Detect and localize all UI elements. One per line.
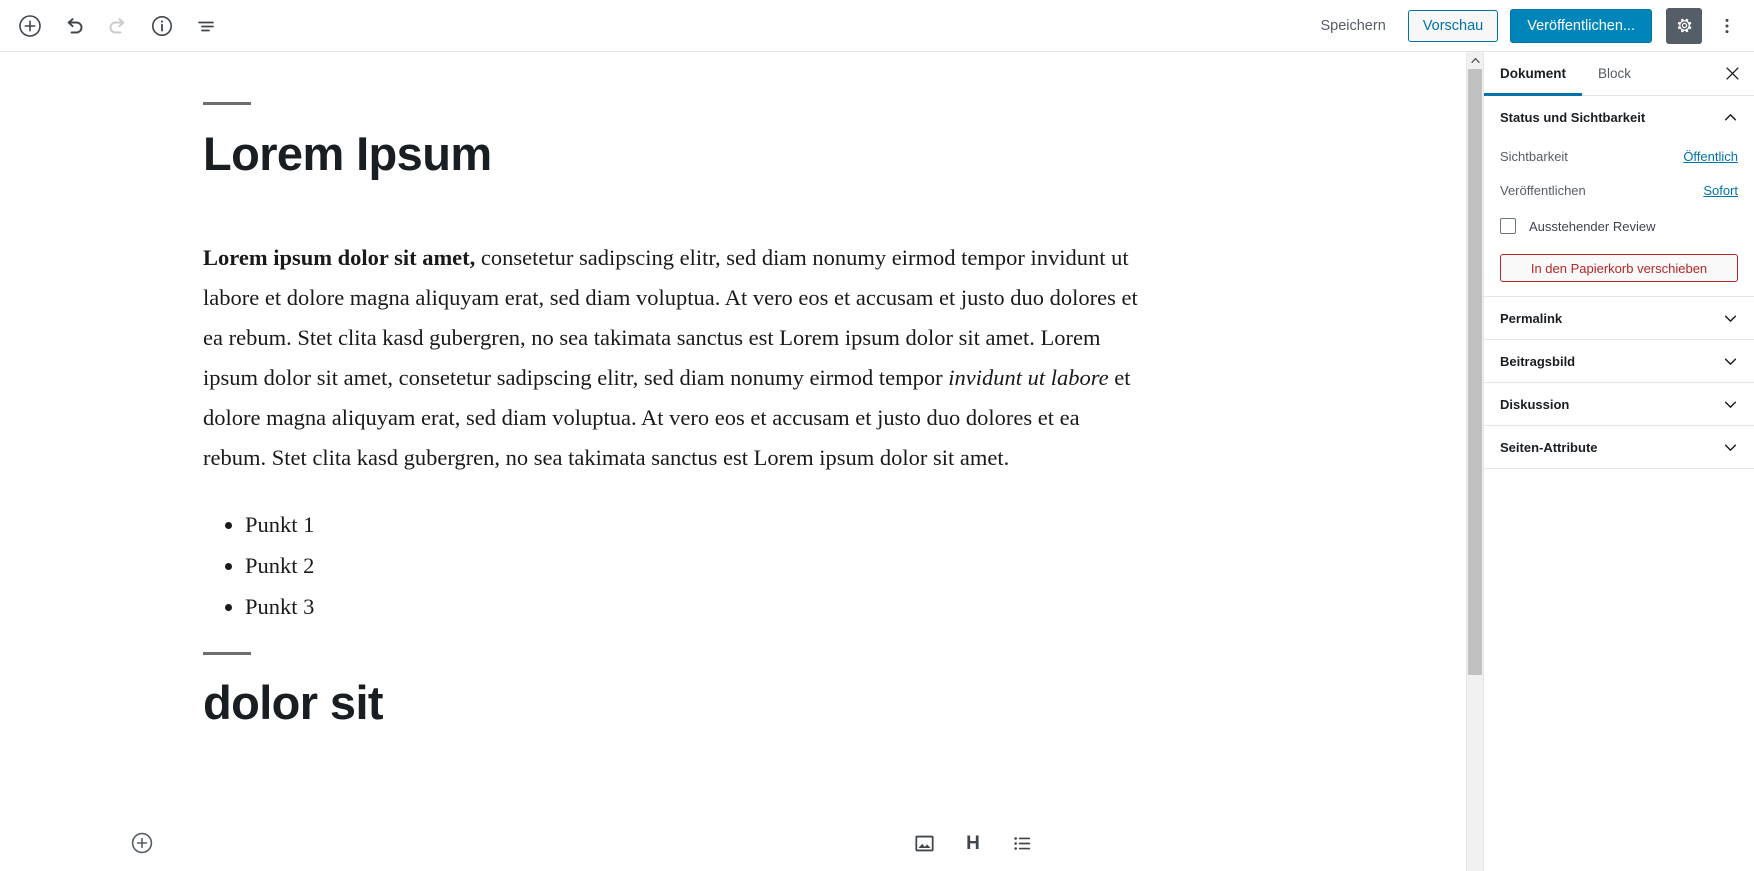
add-block-icon-glyph	[19, 14, 41, 37]
panel-title-diskussion: Diskussion	[1500, 396, 1570, 412]
sidebar-tabs: Dokument Block	[1484, 52, 1754, 96]
panel-title-beitragsbild: Beitragsbild	[1500, 353, 1576, 369]
body-paragraph[interactable]: Lorem ipsum dolor sit amet, consetetur s…	[203, 238, 1143, 478]
chevron-down-icon	[1723, 311, 1738, 326]
tab-block[interactable]: Block	[1582, 52, 1647, 95]
chevron-down-icon	[1723, 354, 1738, 369]
toolbar-right-group: Speichern Vorschau Veröffentlichen...	[1308, 0, 1754, 51]
panel-header-permalink[interactable]: Permalink	[1484, 297, 1754, 340]
add-block-icon[interactable]	[8, 4, 52, 48]
editor-scrollbar[interactable]	[1466, 52, 1483, 871]
toolbar-left-group	[0, 0, 228, 51]
panel-title-permalink: Permalink	[1500, 310, 1563, 326]
preview-button[interactable]: Vorschau	[1407, 9, 1499, 42]
panel-header-diskussion[interactable]: Diskussion	[1484, 383, 1754, 426]
chevron-up-icon	[1723, 110, 1738, 125]
bullet-list-block[interactable]: Punkt 1 Punkt 2 Punkt 3	[0, 505, 1466, 627]
undo-icon[interactable]	[52, 4, 96, 48]
chevron-down-glyph	[1724, 315, 1737, 322]
pending-review-checkbox[interactable]	[1500, 218, 1516, 234]
scrollbar-track[interactable]	[1467, 675, 1483, 871]
title-rule-top	[203, 102, 251, 105]
editor-top-toolbar: Speichern Vorschau Veröffentlichen...	[0, 0, 1754, 52]
editor-canvas[interactable]: Lorem Ipsum Lorem ipsum dolor sit amet, …	[0, 52, 1466, 871]
image-block-glyph	[914, 835, 934, 851]
second-heading[interactable]: dolor sit	[203, 675, 1466, 731]
canvas-bottom-bar: H	[0, 815, 1289, 871]
panel-title-status-visibility: Status und Sichtbarkeit	[1500, 110, 1646, 125]
chevron-down-glyph	[1724, 358, 1737, 365]
post-content: Lorem Ipsum Lorem ipsum dolor sit amet, …	[0, 52, 1466, 731]
ellipsis-vertical-icon	[1725, 18, 1729, 33]
panel-header-beitragsbild[interactable]: Beitragsbild	[1484, 340, 1754, 383]
panel-header-status-visibility[interactable]: Status und Sichtbarkeit	[1484, 96, 1754, 139]
block-navigation-icon-glyph	[198, 21, 214, 31]
publish-label: Veröffentlichen	[1500, 182, 1586, 198]
heading-block-icon[interactable]: H	[958, 828, 988, 858]
block-navigation-icon[interactable]	[184, 4, 228, 48]
publish-button[interactable]: Veröffentlichen...	[1510, 8, 1652, 43]
panel-body-status-visibility: Sichtbarkeit Öffentlich Veröffentlichen …	[1484, 139, 1754, 296]
info-icon-glyph	[152, 15, 172, 36]
close-sidebar-button[interactable]	[1710, 52, 1754, 95]
quick-block-inserter-group: H	[909, 828, 1037, 858]
save-draft-button[interactable]: Speichern	[1308, 12, 1397, 40]
chevron-down-icon	[1723, 397, 1738, 412]
paragraph-bold-lead: Lorem ipsum dolor sit amet,	[203, 245, 476, 270]
chevron-down-icon	[1723, 440, 1738, 455]
list-block-glyph	[1013, 836, 1030, 850]
more-options-button[interactable]	[1710, 8, 1744, 44]
heading-block-glyph: H	[966, 832, 980, 854]
info-icon[interactable]	[140, 4, 184, 48]
chevron-down-glyph	[1724, 401, 1737, 408]
redo-icon[interactable]	[96, 4, 140, 48]
chevron-up-glyph	[1724, 114, 1737, 121]
list-item[interactable]: Punkt 2	[245, 546, 1466, 586]
post-title-heading[interactable]: Lorem Ipsum	[203, 126, 1466, 182]
panel-header-seiten-attribute[interactable]: Seiten-Attribute	[1484, 426, 1754, 469]
row-visibility: Sichtbarkeit Öffentlich	[1500, 139, 1738, 173]
close-icon	[1725, 67, 1739, 80]
settings-sidebar: Dokument Block Status und Sichtbarkeit S…	[1483, 52, 1754, 871]
tab-dokument[interactable]: Dokument	[1484, 52, 1583, 96]
publish-value-link[interactable]: Sofort	[1703, 183, 1738, 198]
gear-icon	[1677, 18, 1691, 33]
row-publish: Veröffentlichen Sofort	[1500, 173, 1738, 207]
chevron-down-glyph	[1724, 444, 1737, 451]
chevron-up-icon	[1470, 57, 1480, 64]
settings-gear-button[interactable]	[1666, 7, 1702, 44]
add-block-circle-glyph	[131, 832, 153, 854]
undo-icon-glyph	[67, 17, 83, 33]
image-block-icon[interactable]	[909, 828, 939, 858]
add-block-circle-icon[interactable]	[129, 830, 155, 856]
move-to-trash-button[interactable]: In den Papierkorb verschieben	[1500, 254, 1738, 282]
list-item[interactable]: Punkt 1	[245, 505, 1466, 545]
pending-review-label: Ausstehender Review	[1529, 218, 1656, 234]
scroll-up-arrow-icon[interactable]	[1467, 52, 1483, 69]
row-pending-review: Ausstehender Review	[1500, 211, 1738, 241]
paragraph-italic: invidunt ut labore	[948, 365, 1109, 390]
visibility-label: Sichtbarkeit	[1500, 148, 1568, 164]
list-block-icon[interactable]	[1007, 828, 1037, 858]
scrollbar-thumb[interactable]	[1468, 69, 1482, 675]
redo-icon-glyph	[109, 17, 125, 33]
panel-title-seiten-attribute: Seiten-Attribute	[1500, 439, 1598, 455]
visibility-value-link[interactable]: Öffentlich	[1683, 149, 1738, 164]
list-item[interactable]: Punkt 3	[245, 587, 1466, 627]
title-rule-second	[203, 652, 251, 655]
